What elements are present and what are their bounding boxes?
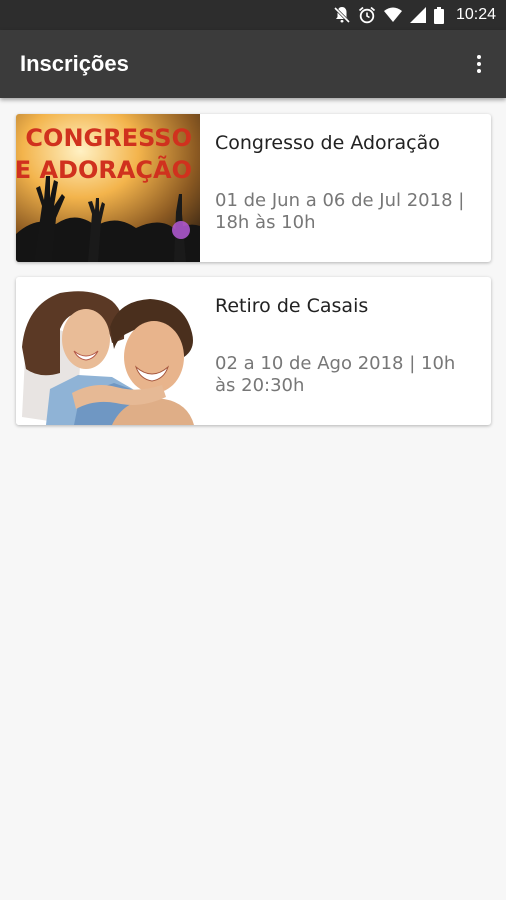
- app-bar: Inscrições: [0, 30, 506, 98]
- event-image-retiro: [16, 277, 200, 425]
- wifi-icon: [383, 7, 402, 22]
- event-list: CONGRESSO DE ADORAÇÃO Congresso de Adora…: [16, 114, 491, 440]
- event-info: Retiro de Casais 02 a 10 de Ago 2018 | 1…: [200, 277, 491, 425]
- status-bar: 10:24: [0, 0, 506, 30]
- page-title: Inscrições: [20, 51, 129, 76]
- alarm-icon: [358, 6, 376, 24]
- status-time: 10:24: [455, 6, 496, 23]
- event-date: 02 a 10 de Ago 2018 | 10h às 20:30h: [215, 353, 456, 396]
- event-title: Congresso de Adoração: [215, 132, 440, 154]
- more-vertical-icon[interactable]: [464, 49, 494, 79]
- event-image-title-line2: DE ADORAÇÃO: [16, 155, 192, 184]
- event-card-retiro[interactable]: Retiro de Casais 02 a 10 de Ago 2018 | 1…: [16, 277, 491, 425]
- event-date: 01 de Jun a 06 de Jul 2018 | 18h às 10h: [215, 190, 465, 233]
- signal-icon: [409, 7, 426, 23]
- event-image-congresso: CONGRESSO DE ADORAÇÃO: [16, 114, 200, 262]
- event-card-congresso[interactable]: CONGRESSO DE ADORAÇÃO Congresso de Adora…: [16, 114, 491, 262]
- notifications-off-icon: [333, 6, 350, 24]
- event-title: Retiro de Casais: [215, 295, 369, 317]
- battery-icon: [433, 6, 444, 24]
- event-image-title-line1: CONGRESSO: [25, 124, 192, 152]
- event-info: Congresso de Adoração 01 de Jun a 06 de …: [200, 114, 491, 262]
